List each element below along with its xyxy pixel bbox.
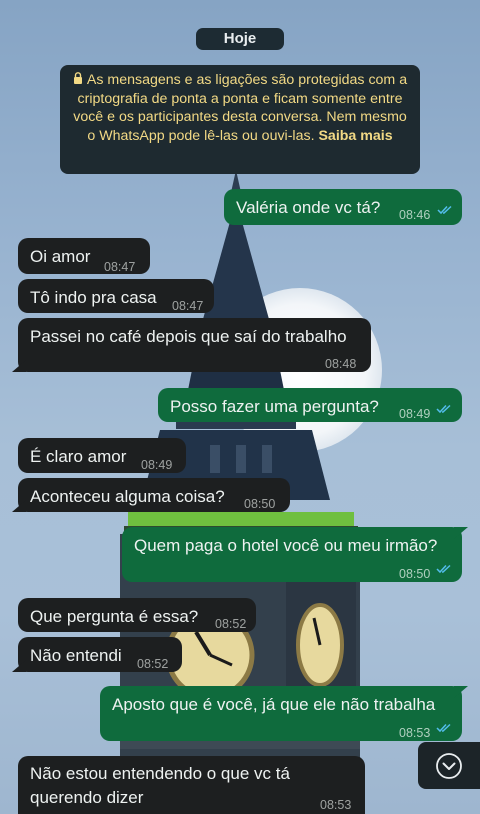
- read-receipt-icon: [436, 723, 451, 733]
- message-text: Quem paga o hotel você ou meu irmão?: [134, 536, 438, 555]
- learn-more-link[interactable]: Saiba mais: [318, 128, 392, 144]
- message-time: 08:47: [104, 260, 136, 274]
- message-outgoing[interactable]: Valéria onde vc tá? 08:46: [224, 189, 462, 225]
- message-incoming[interactable]: É claro amor 08:49: [18, 438, 186, 473]
- message-text: Passei no café depois que saí do trabalh…: [30, 327, 347, 346]
- scroll-to-bottom-button[interactable]: [418, 742, 480, 789]
- chevron-down-circle-icon: [436, 752, 462, 779]
- read-receipt-icon: [436, 404, 451, 414]
- message-text: Tô indo pra casa: [30, 288, 157, 307]
- message-text: Valéria onde vc tá?: [236, 198, 381, 217]
- message-time: 08:53: [320, 798, 352, 812]
- message-outgoing[interactable]: Aposto que é você, já que ele não trabal…: [100, 686, 468, 741]
- message-text: Não estou entendendo o que vc tá querend…: [30, 764, 290, 807]
- message-time: 08:49: [399, 407, 431, 421]
- message-time: 08:47: [172, 299, 204, 313]
- date-separator: Hoje: [196, 28, 284, 50]
- message-incoming[interactable]: Aconteceu alguma coisa? 08:50: [12, 478, 290, 512]
- bubble-tail: [454, 527, 468, 539]
- message-outgoing[interactable]: Quem paga o hotel você ou meu irmão? 08:…: [122, 527, 468, 582]
- message-time: 08:49: [141, 458, 173, 472]
- message-incoming[interactable]: Que pergunta é essa? 08:52: [18, 598, 256, 632]
- message-outgoing[interactable]: Posso fazer uma pergunta? 08:49: [158, 388, 462, 422]
- bubble-tail: [12, 360, 26, 372]
- message-incoming[interactable]: Tô indo pra casa 08:47: [18, 279, 214, 313]
- message-text: Posso fazer uma pergunta?: [170, 397, 379, 416]
- message-time: 08:48: [325, 357, 357, 371]
- lock-icon: [73, 71, 83, 90]
- message-text: Aconteceu alguma coisa?: [30, 487, 225, 506]
- message-time: 08:50: [244, 497, 276, 511]
- message-text: Que pergunta é essa?: [30, 607, 199, 626]
- message-incoming[interactable]: Passei no café depois que saí do trabalh…: [12, 318, 371, 372]
- message-text: Aposto que é você, já que ele não trabal…: [112, 695, 436, 714]
- message-time: 08:46: [399, 208, 431, 222]
- bubble-tail: [454, 686, 468, 698]
- bubble-tail: [12, 660, 26, 672]
- message-text: É claro amor: [30, 447, 127, 466]
- message-text: Não entendi: [30, 646, 122, 665]
- message-time: 08:50: [399, 567, 431, 581]
- read-receipt-icon: [437, 205, 452, 215]
- message-incoming[interactable]: Não entendi 08:52: [12, 637, 182, 672]
- read-receipt-icon: [436, 564, 451, 574]
- message-time: 08:52: [137, 657, 169, 671]
- message-text: Oi amor: [30, 247, 91, 266]
- message-time: 08:52: [215, 617, 247, 631]
- message-incoming[interactable]: Oi amor 08:47: [18, 238, 150, 274]
- message-incoming[interactable]: Não estou entendendo o que vc tá querend…: [18, 756, 365, 814]
- bubble-tail: [12, 500, 26, 512]
- encryption-notice[interactable]: As mensagens e as ligações são protegida…: [60, 65, 420, 174]
- message-time: 08:53: [399, 726, 431, 740]
